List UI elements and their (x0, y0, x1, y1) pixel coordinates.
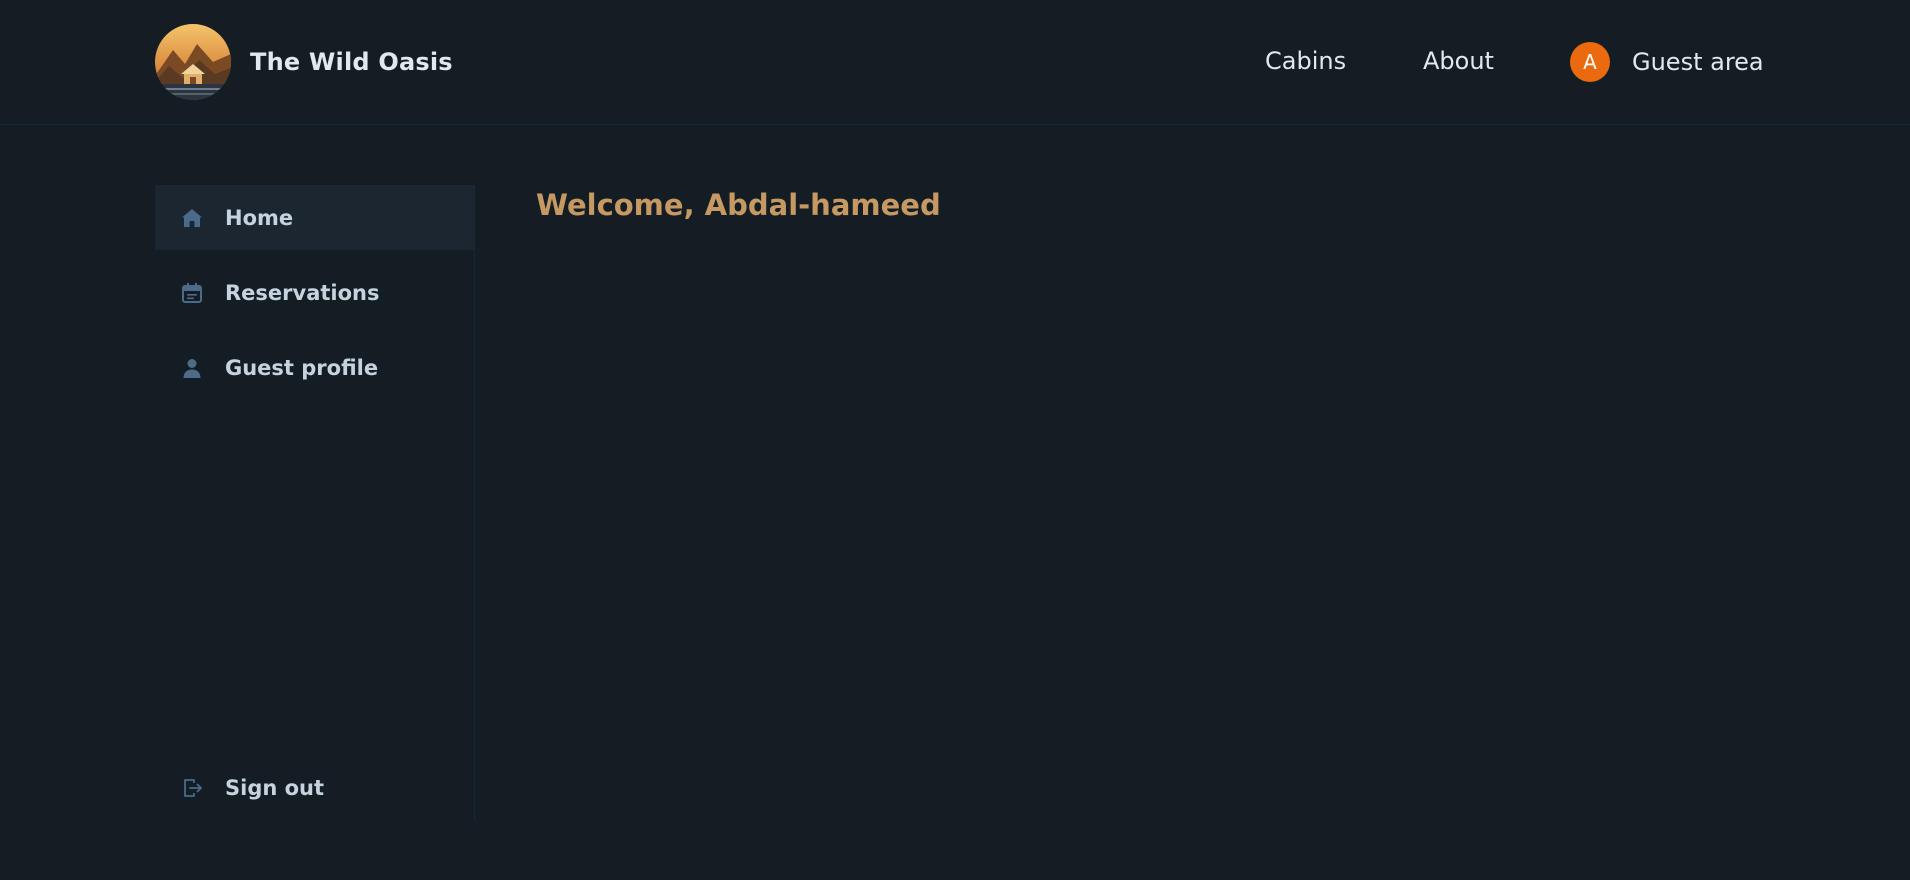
sidebar-item-label: Reservations (225, 280, 380, 305)
sidebar-item-label: Guest profile (225, 355, 379, 380)
sidebar-item-label: Home (225, 205, 294, 230)
avatar: A (1570, 42, 1610, 82)
brand-name: The Wild Oasis (250, 48, 453, 76)
nav-link-about[interactable]: About (1423, 47, 1494, 75)
logo-image (155, 24, 231, 100)
sidebar-item-reservations[interactable]: Reservations (155, 260, 474, 325)
sign-out-button[interactable]: Sign out (155, 755, 474, 820)
sidebar-item-guest-profile[interactable]: Guest profile (155, 335, 474, 400)
sign-out-icon (180, 776, 204, 800)
logo-link[interactable]: The Wild Oasis (155, 24, 453, 100)
nav-link-cabins[interactable]: Cabins (1265, 47, 1346, 75)
account-sidebar: Home Reservations Guest profile Sign out (155, 185, 475, 820)
calendar-icon (180, 281, 204, 305)
home-icon (180, 206, 204, 230)
nav-link-guest-area[interactable]: A Guest area (1570, 42, 1764, 82)
site-header: The Wild Oasis Cabins About A Guest area (0, 0, 1910, 125)
sidebar-item-home[interactable]: Home (155, 185, 474, 250)
welcome-heading: Welcome, Abdal-hameed (536, 188, 941, 222)
guest-area-label: Guest area (1632, 48, 1764, 76)
sign-out-label: Sign out (225, 775, 325, 800)
user-icon (180, 356, 204, 380)
